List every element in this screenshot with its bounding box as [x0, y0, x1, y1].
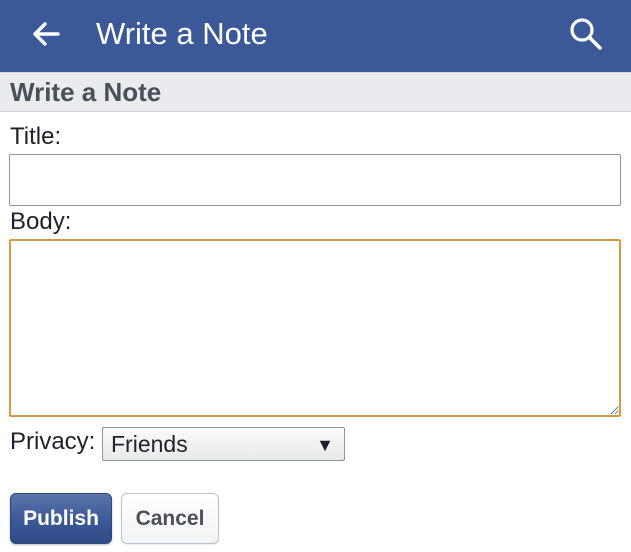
- back-button[interactable]: [22, 12, 70, 60]
- arrow-left-icon: [30, 18, 62, 55]
- app-bar: Write a Note: [0, 0, 631, 72]
- privacy-select[interactable]: Friends ▼: [102, 427, 345, 461]
- search-button[interactable]: [562, 12, 610, 60]
- privacy-selected-value: Friends: [111, 431, 188, 457]
- dropdown-caret-icon: ▼: [316, 435, 334, 455]
- body-label: Body:: [10, 208, 72, 235]
- publish-button[interactable]: Publish: [10, 493, 112, 544]
- title-input[interactable]: [9, 154, 621, 206]
- title-label: Title:: [10, 123, 62, 150]
- privacy-label: Privacy:: [10, 428, 96, 455]
- body-textarea[interactable]: [9, 239, 621, 417]
- cancel-button[interactable]: Cancel: [121, 493, 219, 544]
- search-icon: [569, 17, 603, 56]
- app-bar-title: Write a Note: [96, 16, 268, 51]
- section-header: Write a Note: [0, 72, 631, 112]
- section-title: Write a Note: [10, 77, 162, 107]
